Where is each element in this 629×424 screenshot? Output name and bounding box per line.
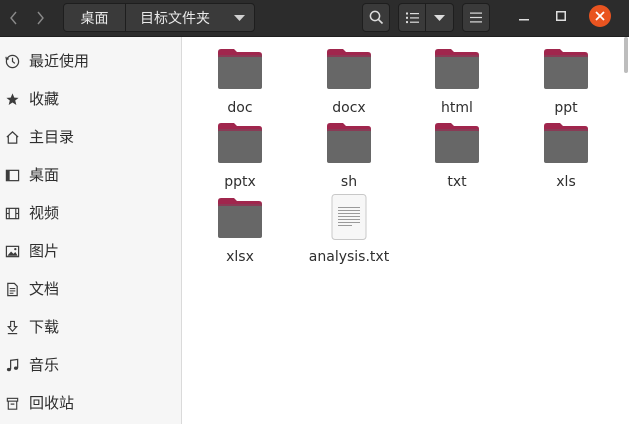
sidebar-item-label: 回收站 (29, 394, 75, 412)
folder-item-ppt[interactable]: ppt (518, 45, 614, 119)
folder-icon (218, 123, 262, 163)
sidebar-item-videos[interactable]: 视频 (0, 193, 181, 231)
sidebar-item-label: 视频 (29, 204, 60, 222)
file-name: xls (556, 174, 576, 190)
close-button[interactable] (589, 5, 611, 27)
file-name: txt (447, 174, 467, 190)
sidebar-item-label: 文档 (29, 280, 60, 298)
folder-icon (435, 49, 479, 89)
folder-item-sh[interactable]: sh (301, 119, 397, 193)
list-view-icon (405, 12, 419, 23)
search-button[interactable] (362, 3, 390, 32)
file-item-analysis-txt[interactable]: analysis.txt (301, 194, 397, 268)
maximize-icon (556, 11, 566, 21)
film-icon (4, 205, 20, 221)
breadcrumb-menu-button[interactable] (224, 4, 254, 31)
sidebar-item-pictures[interactable]: 图片 (0, 231, 181, 269)
search-icon (369, 10, 383, 25)
header-bar: 桌面 目标文件夹 (0, 0, 629, 37)
file-name: xlsx (226, 249, 254, 265)
breadcrumb: 桌面 目标文件夹 (63, 3, 255, 32)
folder-icon (327, 49, 371, 89)
folder-item-xls[interactable]: xls (518, 119, 614, 193)
triangle-down-icon (233, 14, 245, 21)
home-icon (4, 129, 20, 145)
download-icon (4, 319, 20, 335)
folder-icon (218, 49, 262, 89)
breadcrumb-current-folder[interactable]: 目标文件夹 (126, 4, 224, 31)
trash-icon (4, 395, 20, 411)
sidebar-item-documents[interactable]: 文档 (0, 269, 181, 307)
sidebar-item-desktop[interactable]: 桌面 (0, 155, 181, 193)
folder-item-docx[interactable]: docx (301, 45, 397, 119)
folder-icon (544, 49, 588, 89)
file-name: doc (227, 100, 253, 116)
star-icon (4, 91, 20, 107)
sidebar-item-recent[interactable]: 最近使用 (0, 41, 181, 79)
main-menu-button[interactable] (462, 3, 490, 32)
sidebar-item-home[interactable]: 主目录 (0, 117, 181, 155)
file-name: ppt (554, 100, 578, 116)
clock-icon (4, 53, 20, 69)
sidebar-item-label: 图片 (29, 242, 60, 260)
file-name: sh (340, 174, 358, 190)
picture-icon (4, 243, 20, 259)
sidebar-item-label: 桌面 (29, 166, 60, 184)
sidebar-item-trash[interactable]: 回收站 (0, 383, 181, 421)
file-grid: doc docx html ppt pptx sh txt xls xlsx a… (183, 37, 629, 424)
file-name: html (441, 100, 473, 116)
chevron-left-icon (10, 11, 17, 24)
folder-icon (327, 123, 371, 163)
breadcrumb-desktop[interactable]: 桌面 (64, 4, 126, 31)
folder-item-pptx[interactable]: pptx (192, 119, 288, 193)
sidebar: 最近使用 收藏 主目录 桌面 视频 图片 文档 下载 音乐 回收站 (0, 37, 182, 424)
folder-item-txt[interactable]: txt (409, 119, 505, 193)
file-name: docx (332, 100, 366, 116)
document-icon (4, 281, 20, 297)
minimize-button[interactable] (513, 5, 535, 27)
navigation-buttons (1, 3, 55, 32)
view-options-button[interactable] (426, 3, 454, 32)
folder-icon (218, 198, 262, 238)
scrollbar[interactable] (624, 37, 628, 73)
music-icon (4, 357, 20, 373)
folder-item-html[interactable]: html (409, 45, 505, 119)
hamburger-menu-icon (470, 12, 482, 23)
close-icon (595, 11, 605, 21)
chevron-down-icon (434, 14, 445, 21)
folder-icon (435, 123, 479, 163)
file-name: pptx (224, 174, 256, 190)
folder-icon (544, 123, 588, 163)
minimize-icon (519, 19, 529, 21)
folder-item-xlsx[interactable]: xlsx (192, 194, 288, 268)
sidebar-item-label: 主目录 (29, 128, 75, 146)
sidebar-item-label: 音乐 (29, 356, 60, 374)
chevron-right-icon (37, 11, 44, 24)
sidebar-item-label: 最近使用 (29, 52, 90, 70)
forward-button[interactable] (27, 3, 53, 32)
file-name: analysis.txt (308, 249, 390, 265)
back-button[interactable] (1, 3, 27, 32)
sidebar-item-label: 收藏 (29, 90, 60, 108)
view-toggle-button[interactable] (398, 3, 426, 32)
sidebar-item-music[interactable]: 音乐 (0, 345, 181, 383)
folder-item-doc[interactable]: doc (192, 45, 288, 119)
text-file-icon (331, 194, 367, 240)
maximize-button[interactable] (550, 5, 572, 27)
sidebar-item-downloads[interactable]: 下载 (0, 307, 181, 345)
sidebar-item-starred[interactable]: 收藏 (0, 79, 181, 117)
file-manager-window: 桌面 目标文件夹 最近使用 收藏 主目录 桌面 视频 图片 文档 下载 音乐 回… (0, 0, 629, 424)
desktop-icon (4, 167, 20, 183)
sidebar-item-label: 下载 (29, 318, 60, 336)
